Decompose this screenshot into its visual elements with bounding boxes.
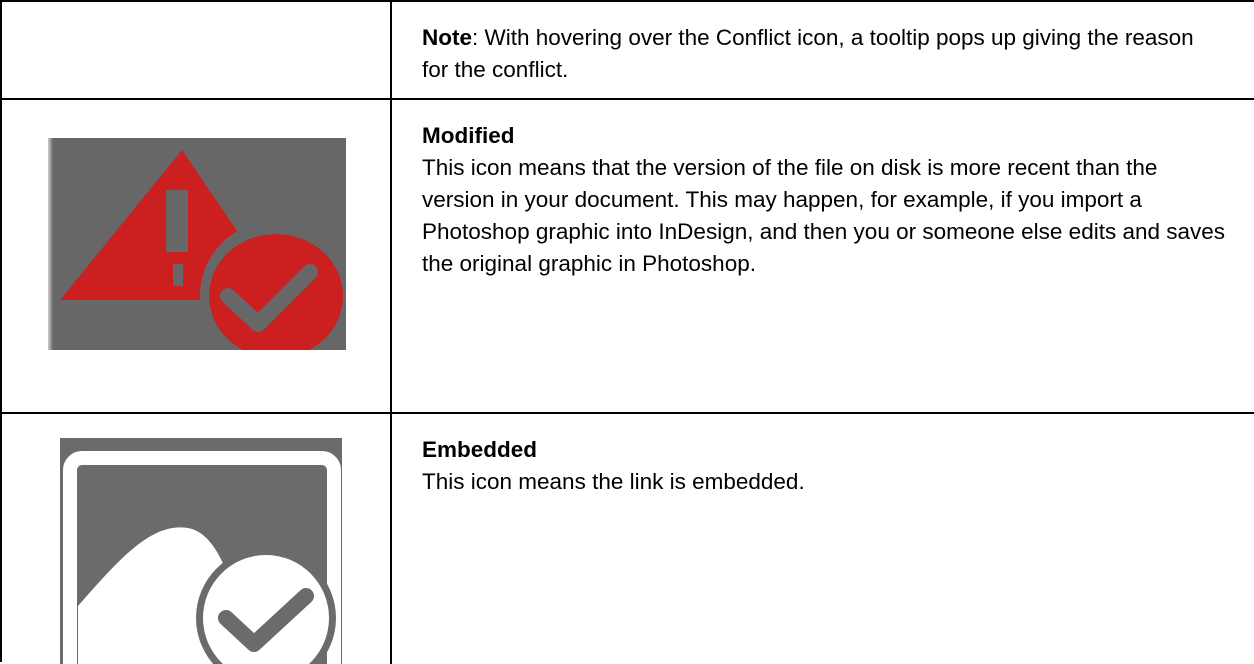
empty-icon-cell xyxy=(2,2,392,98)
note-text: : With hovering over the Conflict icon, … xyxy=(422,25,1194,82)
modified-icon-cell xyxy=(2,100,392,412)
note-cell: Note: With hovering over the Conflict ic… xyxy=(393,2,1254,98)
links-status-table: Note: With hovering over the Conflict ic… xyxy=(0,0,1254,664)
embedded-image-check-icon xyxy=(60,438,342,664)
note-label: Note xyxy=(422,25,472,50)
modified-title: Modified xyxy=(422,123,515,148)
embedded-description-cell: Embedded This icon means the link is emb… xyxy=(393,414,1254,664)
table-row-embedded: Embedded This icon means the link is emb… xyxy=(2,414,1254,664)
embedded-icon-cell xyxy=(2,414,392,664)
modified-description-cell: Modified This icon means that the versio… xyxy=(393,100,1254,412)
embedded-description: This icon means the link is embedded. xyxy=(422,469,805,494)
table-row-note: Note: With hovering over the Conflict ic… xyxy=(2,2,1254,100)
embedded-title: Embedded xyxy=(422,437,538,462)
note-paragraph: Note: With hovering over the Conflict ic… xyxy=(422,22,1226,86)
table-row-modified: Modified This icon means that the versio… xyxy=(2,100,1254,414)
modified-description: This icon means that the version of the … xyxy=(422,155,1226,276)
modified-warning-check-icon xyxy=(48,138,346,350)
